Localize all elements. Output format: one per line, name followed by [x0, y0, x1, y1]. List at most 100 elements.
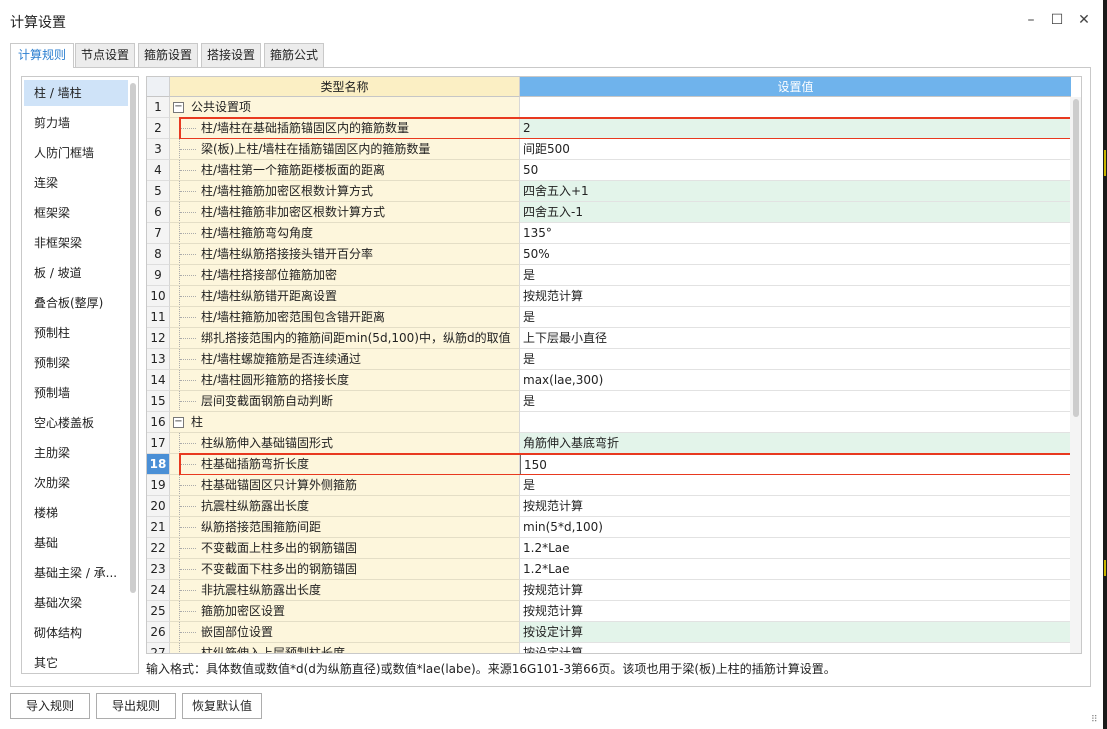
sidebar-item[interactable]: 次肋梁: [24, 470, 128, 496]
name-column-header[interactable]: 类型名称: [170, 77, 520, 97]
setting-name-cell[interactable]: 柱基础插筋弯折长度: [170, 454, 520, 475]
setting-name-cell[interactable]: 柱/墙柱纵筋错开距离设置: [170, 286, 520, 307]
setting-name-cell[interactable]: 柱纵筋伸入基础锚固形式: [170, 433, 520, 454]
setting-name-cell[interactable]: 不变截面下柱多出的钢筋锚固: [170, 559, 520, 580]
setting-value-cell[interactable]: [520, 412, 1071, 433]
grid-row[interactable]: 17 柱纵筋伸入基础锚固形式 角筋伸入基底弯折: [147, 433, 1071, 454]
setting-value-cell[interactable]: 1.2*Lae: [520, 559, 1071, 580]
setting-value-cell[interactable]: 2: [520, 118, 1071, 139]
setting-name-cell[interactable]: 柱/墙柱箍筋加密范围包含错开距离: [170, 307, 520, 328]
tab-lap-settings[interactable]: 搭接设置: [201, 43, 261, 67]
setting-name-cell[interactable]: 柱/墙柱搭接部位箍筋加密: [170, 265, 520, 286]
setting-value-cell[interactable]: max(lae,300): [520, 370, 1071, 391]
grid-row[interactable]: 6 柱/墙柱箍筋非加密区根数计算方式 四舍五入-1: [147, 202, 1071, 223]
sidebar-item[interactable]: 预制梁: [24, 350, 128, 376]
setting-value-cell[interactable]: 角筋伸入基底弯折: [520, 433, 1071, 454]
setting-value-cell[interactable]: min(5*d,100): [520, 517, 1071, 538]
grid-row[interactable]: 15 层间变截面钢筋自动判断 是: [147, 391, 1071, 412]
maximize-icon[interactable]: ☐: [1046, 9, 1068, 31]
setting-value-cell[interactable]: 是: [520, 349, 1071, 370]
setting-name-cell[interactable]: 柱/墙柱箍筋加密区根数计算方式: [170, 181, 520, 202]
grid-group-row[interactable]: 1− 公共设置项: [147, 97, 1071, 118]
restore-defaults-button[interactable]: 恢复默认值: [182, 693, 262, 719]
setting-name-cell[interactable]: 层间变截面钢筋自动判断: [170, 391, 520, 412]
setting-name-cell[interactable]: 柱/墙柱第一个箍筋距楼板面的距离: [170, 160, 520, 181]
sidebar-item[interactable]: 其它: [24, 650, 128, 673]
import-rules-button[interactable]: 导入规则: [10, 693, 90, 719]
grid-scrollbar-thumb[interactable]: [1073, 99, 1079, 417]
tab-calc-rules[interactable]: 计算规则: [10, 43, 74, 68]
setting-name-cell[interactable]: 箍筋加密区设置: [170, 601, 520, 622]
setting-name-cell[interactable]: 不变截面上柱多出的钢筋锚固: [170, 538, 520, 559]
grid-row[interactable]: 12 绑扎搭接范围内的箍筋间距min(5d,100)中，纵筋d的取值 上下层最小直径: [147, 328, 1071, 349]
sidebar-item[interactable]: 预制柱: [24, 320, 128, 346]
setting-name-cell[interactable]: 柱/墙柱螺旋箍筋是否连续通过: [170, 349, 520, 370]
setting-value-editor[interactable]: 150: [520, 454, 1071, 475]
grid-row[interactable]: 5 柱/墙柱箍筋加密区根数计算方式 四舍五入+1: [147, 181, 1071, 202]
grid-row[interactable]: 20 抗震柱纵筋露出长度 按规范计算: [147, 496, 1071, 517]
sidebar-item[interactable]: 连梁: [24, 170, 128, 196]
setting-value-cell[interactable]: 50%: [520, 244, 1071, 265]
grid-row[interactable]: 21 纵筋搭接范围箍筋间距 min(5*d,100): [147, 517, 1071, 538]
sidebar-item[interactable]: 基础: [24, 530, 128, 556]
setting-name-cell[interactable]: 柱基础锚固区只计算外侧箍筋: [170, 475, 520, 496]
sidebar-item[interactable]: 空心楼盖板: [24, 410, 128, 436]
value-column-header[interactable]: 设置值: [520, 77, 1071, 97]
tab-stirrup-formula[interactable]: 箍筋公式: [264, 43, 324, 67]
setting-name-cell[interactable]: 非抗震柱纵筋露出长度: [170, 580, 520, 601]
setting-name-cell[interactable]: 绑扎搭接范围内的箍筋间距min(5d,100)中，纵筋d的取值: [170, 328, 520, 349]
grid-row[interactable]: 18 柱基础插筋弯折长度 150: [147, 454, 1071, 475]
sidebar-item[interactable]: 人防门框墙: [24, 140, 128, 166]
grid-row[interactable]: 23 不变截面下柱多出的钢筋锚固 1.2*Lae: [147, 559, 1071, 580]
setting-name-cell[interactable]: 梁(板)上柱/墙柱在插筋锚固区内的箍筋数量: [170, 139, 520, 160]
sidebar-scrollbar[interactable]: [130, 83, 136, 593]
grid-row[interactable]: 27 柱纵筋伸入上层预制柱长度 按设定计算: [147, 643, 1071, 653]
setting-value-cell[interactable]: 按规范计算: [520, 496, 1071, 517]
setting-name-cell[interactable]: 柱/墙柱箍筋非加密区根数计算方式: [170, 202, 520, 223]
minimize-icon[interactable]: –: [1020, 9, 1042, 31]
grid-row[interactable]: 9 柱/墙柱搭接部位箍筋加密 是: [147, 265, 1071, 286]
setting-value-cell[interactable]: 间距500: [520, 139, 1071, 160]
grid-row[interactable]: 7 柱/墙柱箍筋弯勾角度 135°: [147, 223, 1071, 244]
setting-value-cell[interactable]: 四舍五入+1: [520, 181, 1071, 202]
grid-scrollbar[interactable]: [1070, 97, 1081, 653]
sidebar-item[interactable]: 非框架梁: [24, 230, 128, 256]
sidebar-item[interactable]: 框架梁: [24, 200, 128, 226]
grid-row[interactable]: 4 柱/墙柱第一个箍筋距楼板面的距离 50: [147, 160, 1071, 181]
setting-name-cell[interactable]: 柱/墙柱箍筋弯勾角度: [170, 223, 520, 244]
grid-row[interactable]: 8 柱/墙柱纵筋搭接接头错开百分率 50%: [147, 244, 1071, 265]
collapse-icon[interactable]: −: [173, 417, 184, 428]
grid-row[interactable]: 26 嵌固部位设置 按设定计算: [147, 622, 1071, 643]
setting-value-cell[interactable]: 1.2*Lae: [520, 538, 1071, 559]
setting-name-cell[interactable]: 纵筋搭接范围箍筋间距: [170, 517, 520, 538]
setting-value-cell[interactable]: 四舍五入-1: [520, 202, 1071, 223]
grid-row[interactable]: 24 非抗震柱纵筋露出长度 按规范计算: [147, 580, 1071, 601]
grid-row[interactable]: 10 柱/墙柱纵筋错开距离设置 按规范计算: [147, 286, 1071, 307]
setting-value-cell[interactable]: 是: [520, 391, 1071, 412]
setting-value-cell[interactable]: 上下层最小直径: [520, 328, 1071, 349]
setting-value-cell[interactable]: 按规范计算: [520, 286, 1071, 307]
grid-row[interactable]: 19 柱基础锚固区只计算外侧箍筋 是: [147, 475, 1071, 496]
setting-name-cell[interactable]: 柱/墙柱在基础插筋锚固区内的箍筋数量: [170, 118, 520, 139]
sidebar-item[interactable]: 剪力墙: [24, 110, 128, 136]
setting-value-cell[interactable]: 135°: [520, 223, 1071, 244]
setting-value-cell[interactable]: 50: [520, 160, 1071, 181]
resize-grip-icon[interactable]: ⠿: [1091, 715, 1101, 725]
sidebar-item[interactable]: 柱 / 墙柱: [24, 80, 128, 106]
grid-row[interactable]: 25 箍筋加密区设置 按规范计算: [147, 601, 1071, 622]
setting-name-cell[interactable]: 柱/墙柱纵筋搭接接头错开百分率: [170, 244, 520, 265]
sidebar-item[interactable]: 基础主梁 / 承...: [24, 560, 128, 586]
sidebar-item[interactable]: 楼梯: [24, 500, 128, 526]
sidebar-item[interactable]: 预制墙: [24, 380, 128, 406]
sidebar-item[interactable]: 主肋梁: [24, 440, 128, 466]
setting-value-cell[interactable]: 是: [520, 307, 1071, 328]
grid-row[interactable]: 11 柱/墙柱箍筋加密范围包含错开距离 是: [147, 307, 1071, 328]
grid-row[interactable]: 14 柱/墙柱圆形箍筋的搭接长度 max(lae,300): [147, 370, 1071, 391]
setting-name-cell[interactable]: − 柱: [170, 412, 520, 433]
sidebar-item[interactable]: 板 / 坡道: [24, 260, 128, 286]
sidebar-item[interactable]: 叠合板(整厚): [24, 290, 128, 316]
grid-group-row[interactable]: 16− 柱: [147, 412, 1071, 433]
sidebar-item[interactable]: 砌体结构: [24, 620, 128, 646]
setting-name-cell[interactable]: − 公共设置项: [170, 97, 520, 118]
setting-value-cell[interactable]: 是: [520, 475, 1071, 496]
